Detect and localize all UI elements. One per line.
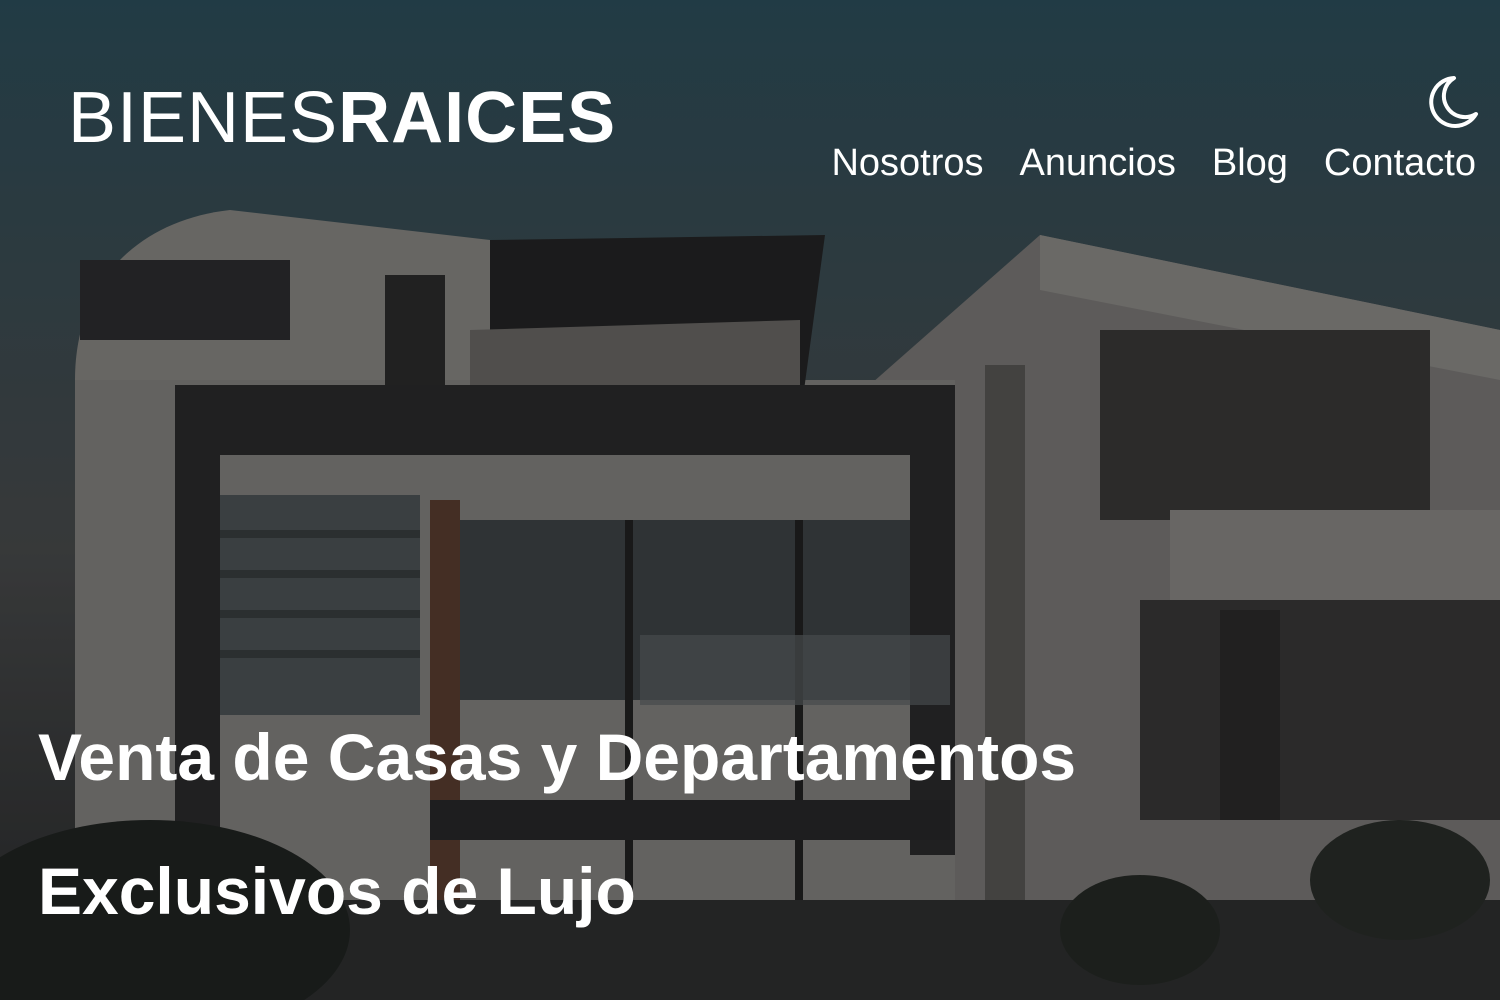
dark-mode-toggle[interactable]	[1420, 70, 1480, 132]
moon-icon	[1429, 76, 1478, 128]
site-logo[interactable]: BIENESRAICES	[68, 82, 616, 154]
hero-section: BIENESRAICES Nosotros Anuncios Blog Cont…	[0, 0, 1500, 1000]
nav-link-blog[interactable]: Blog	[1212, 142, 1288, 185]
nav-link-nosotros[interactable]: Nosotros	[831, 142, 983, 185]
hero-headline: Venta de Casas y Departamentos Exclusivo…	[38, 720, 1077, 928]
nav-link-anuncios[interactable]: Anuncios	[1020, 142, 1176, 185]
logo-text-light: BIENES	[68, 78, 339, 158]
logo-text-bold: RAICES	[338, 78, 617, 158]
nav-link-contacto[interactable]: Contacto	[1324, 142, 1476, 185]
main-navigation: Nosotros Anuncios Blog Contacto	[831, 142, 1476, 185]
